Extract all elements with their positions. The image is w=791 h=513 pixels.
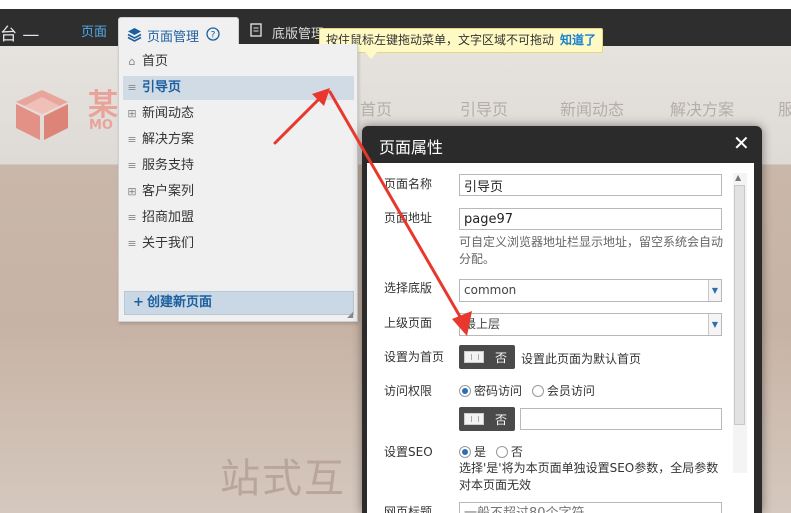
- scroll-up-icon[interactable]: ▲: [735, 173, 741, 182]
- page-item-solutions[interactable]: ≡ 解决方案: [123, 128, 354, 152]
- toggle-state: 否: [495, 413, 508, 427]
- dialog-title: 页面属性: [379, 138, 444, 157]
- layers-icon: [127, 28, 142, 42]
- page-item-guide[interactable]: ≡ 引导页: [123, 76, 354, 100]
- scroll-thumb[interactable]: [734, 185, 745, 425]
- page-item-about[interactable]: ≡ 关于我们: [123, 232, 354, 256]
- list-icon: ≡: [127, 81, 137, 94]
- page-properties-dialog: 页面属性 ✕ 页面名称 页面地址 可自定义浏览器地址栏显示地址，留空系统会自动分…: [362, 126, 762, 513]
- site-nav-guide: 引导页: [460, 100, 509, 119]
- site-nav-solutions: 解决方案: [670, 100, 735, 119]
- site-nav-news: 新闻动态: [560, 100, 625, 119]
- toggle-knob: [464, 351, 484, 363]
- chevron-down-icon: ▼: [708, 314, 721, 335]
- set-homepage-toggle[interactable]: 否: [459, 345, 515, 369]
- page-item-label: 首页: [142, 54, 169, 69]
- toggle-state: 否: [495, 351, 508, 365]
- seo-radio-group: 是 否: [459, 443, 523, 460]
- page-url-input[interactable]: [459, 208, 722, 230]
- home-icon: ⌂: [128, 55, 136, 68]
- site-slogan: 站式互: [220, 456, 346, 502]
- resize-grip-icon[interactable]: ◢: [347, 311, 355, 319]
- plus-icon: +: [133, 295, 144, 310]
- svg-text:?: ?: [211, 31, 216, 41]
- cube-logo-icon: [16, 90, 68, 140]
- create-page-label: 创建新页面: [147, 295, 213, 310]
- parent-page-select[interactable]: 最上层 ▼: [459, 313, 722, 336]
- drag-hint-tooltip: 按住鼠标左键拖动菜单，文字区域不可拖动 知道了: [319, 28, 604, 59]
- radio-checked-icon: [459, 385, 471, 397]
- page-item-franchise[interactable]: ≡ 招商加盟: [123, 206, 354, 230]
- seo-yes-option[interactable]: 是: [459, 445, 486, 459]
- page-item-label: 新闻动态: [142, 106, 195, 121]
- web-title-label: 网页标题: [384, 505, 433, 513]
- page-item-label: 关于我们: [142, 236, 195, 251]
- admin-topbar: 台 — 页面 页面管理 ? 底版管理 按住鼠标左键拖动菜单，文字区域不可拖动 知道…: [0, 0, 791, 59]
- toggle-knob: [464, 413, 484, 425]
- help-icon[interactable]: ?: [206, 27, 220, 41]
- edit-page-link[interactable]: 页面: [81, 21, 107, 40]
- list-icon: ≡: [127, 237, 137, 250]
- template-label: 选择底版: [384, 281, 433, 295]
- admin-brand: 台 —: [0, 25, 40, 45]
- set-homepage-hint: 设置此页面为默认首页: [521, 352, 642, 366]
- page-item-label: 客户案列: [142, 184, 195, 199]
- page-item-cases[interactable]: ⊞ 客户案列: [123, 180, 354, 204]
- access-password-option[interactable]: 密码访问: [459, 384, 522, 398]
- list-icon: ≡: [127, 159, 137, 172]
- parent-page-select-value: 最上层: [464, 317, 501, 331]
- page-name-input[interactable]: [459, 174, 722, 196]
- expand-icon[interactable]: ⊞: [126, 102, 138, 126]
- list-icon: ≡: [127, 133, 137, 146]
- page-url-label: 页面地址: [384, 211, 433, 225]
- access-toggle[interactable]: 否: [459, 407, 515, 431]
- tooltip-arrow: [365, 52, 377, 59]
- parent-page-label: 上级页面: [384, 316, 433, 330]
- site-logo-subtext: MO: [89, 118, 113, 133]
- document-icon: [250, 23, 262, 37]
- access-password-input[interactable]: [520, 408, 722, 430]
- page-manager-panel: ⌂ 首页 ≡ 引导页 ⊞ 新闻动态 ≡ 解决方案 ≡ 服务支持 ⊞ 客户案列 ≡…: [118, 44, 358, 322]
- template-select[interactable]: common ▼: [459, 279, 722, 302]
- access-label: 访问权限: [384, 384, 433, 398]
- create-page-button[interactable]: + 创建新页面: [124, 291, 354, 315]
- access-member-option[interactable]: 会员访问: [531, 384, 595, 398]
- page-url-hint: 可自定义浏览器地址栏显示地址，留空系统会自动分配。: [459, 235, 724, 266]
- radio-checked-icon: [459, 446, 471, 458]
- set-homepage-label: 设置为首页: [384, 350, 445, 364]
- radio-unchecked-icon: [495, 446, 508, 458]
- access-radio-group: 密码访问 会员访问: [459, 382, 595, 399]
- seo-label: 设置SEO: [384, 445, 433, 459]
- tab-page-manage-label: 页面管理: [147, 30, 200, 45]
- tooltip-got-it-link[interactable]: 知道了: [560, 33, 596, 47]
- page-item-service[interactable]: ≡ 服务支持: [123, 154, 354, 178]
- dialog-scrollbar[interactable]: ▲: [733, 173, 747, 473]
- site-nav-home: 首页: [360, 100, 393, 119]
- page-name-label: 页面名称: [384, 177, 433, 191]
- web-title-input[interactable]: [459, 502, 722, 513]
- page-item-label: 解决方案: [142, 132, 195, 147]
- page-item-label: 服务支持: [142, 158, 195, 173]
- site-nav-service: 服: [778, 100, 791, 119]
- seo-hint: 选择'是'将为本页面单独设置SEO参数，全局参数对本页面无效: [459, 461, 719, 492]
- dialog-body: 页面名称 页面地址 可自定义浏览器地址栏显示地址，留空系统会自动分配。 选择底版…: [367, 163, 754, 513]
- template-select-value: common: [464, 283, 517, 297]
- seo-no-option[interactable]: 否: [495, 445, 523, 459]
- list-icon: ≡: [127, 211, 137, 224]
- close-icon[interactable]: ✕: [733, 132, 750, 154]
- chevron-down-icon: ▼: [708, 280, 721, 301]
- tooltip-text: 按住鼠标左键拖动菜单，文字区域不可拖动: [326, 33, 555, 47]
- page-item-home[interactable]: ⌂ 首页: [123, 50, 354, 74]
- page-item-label: 引导页: [142, 80, 182, 95]
- page-item-news[interactable]: ⊞ 新闻动态: [123, 102, 354, 126]
- expand-icon[interactable]: ⊞: [126, 180, 138, 204]
- radio-unchecked-icon: [531, 385, 544, 397]
- tab-template-label: 底版管理: [272, 27, 325, 42]
- page-item-label: 招商加盟: [142, 210, 195, 225]
